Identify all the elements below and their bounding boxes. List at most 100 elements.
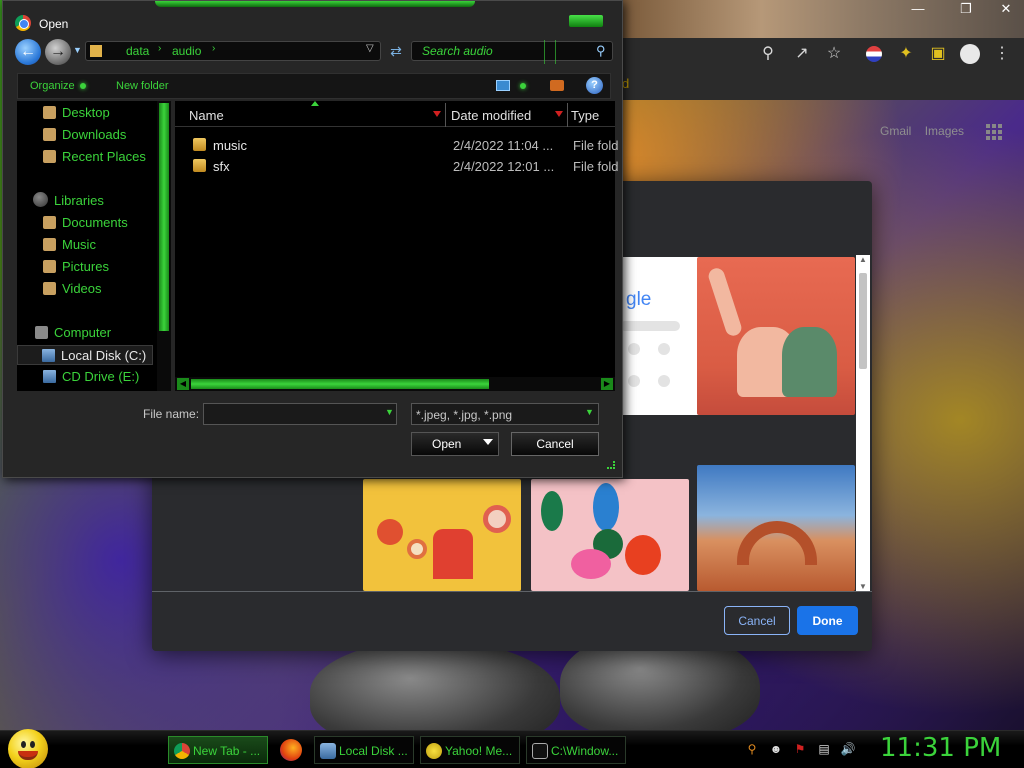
nav-pane-scrollbar[interactable] [157,101,171,391]
bookmark-star-icon[interactable]: ☆ [822,42,846,66]
recent-locations-icon[interactable]: ▼ [73,45,82,55]
search-icon[interactable]: ⚲ [744,741,760,757]
search-box[interactable]: ⚲ [411,40,613,64]
scroll-up-icon[interactable]: ▲ [856,255,870,264]
clock[interactable]: 11:31 PM [880,733,1001,763]
background-tile-flowers[interactable] [363,479,521,591]
search-icon[interactable]: ⚲ [596,43,606,59]
account-avatar-icon[interactable] [958,42,982,66]
task-new-tab[interactable]: New Tab - ... [168,736,268,764]
column-header-date[interactable]: Date modified [451,108,531,123]
back-button[interactable]: ← [15,39,41,65]
nav-item-videos[interactable]: Videos [43,279,102,299]
breadcrumb-chevron-icon[interactable]: › [212,43,215,54]
forward-button[interactable]: → [45,39,71,65]
organize-dropdown-icon[interactable] [80,83,86,89]
close-icon[interactable]: ✕ [992,2,1020,18]
restore-icon[interactable]: ❐ [952,2,980,18]
extensions-puzzle-icon[interactable]: ✦ [894,42,918,66]
preview-pane-icon[interactable] [550,80,564,91]
google-header-links: Gmail Images [880,124,974,138]
file-type-select[interactable]: *.jpeg, *.jpg, *.png [411,403,599,425]
dialog-title: Open [39,17,69,31]
videos-icon [43,282,56,295]
chrome-icon [174,743,190,759]
gallery-scrollbar[interactable]: ▲ ▼ [856,255,870,591]
help-icon[interactable]: ? [586,77,603,94]
column-header-name[interactable]: Name [189,108,224,123]
column-filter-icon[interactable] [555,111,563,117]
refresh-icon[interactable]: ⇄ [385,41,407,61]
menu-kebab-icon[interactable]: ⋮ [990,42,1014,66]
nav-item-documents[interactable]: Documents [43,213,128,233]
nav-item-pictures[interactable]: Pictures [43,257,109,277]
messenger-tray-icon[interactable]: ☻ [768,741,784,757]
column-header-type[interactable]: Type [571,108,599,123]
desktop-icon [43,106,56,119]
search-divider [544,40,556,64]
scroll-down-icon[interactable]: ▼ [856,582,870,591]
bookmark-item[interactable]: d [622,76,629,91]
gmail-link[interactable]: Gmail [880,124,911,138]
file-name-input[interactable] [203,403,397,425]
nav-item-desktop[interactable]: Desktop [43,103,110,123]
customize-cancel-button[interactable]: Cancel [724,606,790,635]
chevron-down-icon[interactable]: ▼ [585,407,594,417]
task-yahoo-messenger[interactable]: Yahoo! Me... [420,736,520,764]
background-tile-plants[interactable] [531,479,689,591]
file-row-sfx[interactable]: sfx 2/4/2022 12:01 ... File fold [175,156,619,177]
images-link[interactable]: Images [925,124,964,138]
nav-item-computer[interactable]: Computer [35,323,111,343]
column-divider[interactable] [567,103,568,127]
scrollbar-thumb[interactable] [159,103,169,331]
dialog-close-button[interactable] [569,15,603,27]
scrollbar-thumb[interactable] [191,379,489,389]
customize-done-button[interactable]: Done [797,606,858,635]
zoom-icon[interactable]: ⚲ [756,42,780,66]
view-dropdown-icon[interactable] [520,83,526,89]
nav-item-cd-drive[interactable]: CD Drive (E:) [43,367,139,387]
background-tile-sunset[interactable] [697,257,855,415]
column-divider[interactable] [445,103,446,127]
firefox-icon[interactable] [280,739,302,761]
breadcrumb-audio[interactable]: audio [172,44,201,58]
nav-item-recent-places[interactable]: Recent Places [43,147,146,167]
titlebar-accent [155,1,475,7]
task-command-prompt[interactable]: C:\Window... [526,736,626,764]
nav-item-music[interactable]: Music [43,235,96,255]
nav-item-local-disk[interactable]: Local Disk (C:) [17,345,153,365]
chevron-down-icon[interactable]: ▽ [366,43,374,54]
open-options-chevron-icon[interactable] [483,439,493,445]
column-filter-icon[interactable] [433,111,441,117]
scrollbar-thumb[interactable] [859,273,867,369]
profile-flag-icon[interactable] [862,42,886,66]
bookmarks-bar: d [620,70,1024,100]
resize-grip-icon[interactable] [607,461,615,469]
volume-icon[interactable]: 🔊 [840,741,856,757]
background-tile-arch[interactable] [697,465,855,591]
new-folder-button[interactable]: New folder [116,80,169,92]
cancel-button[interactable]: Cancel [511,432,599,456]
downloads-icon [43,128,56,141]
task-local-disk[interactable]: Local Disk ... [314,736,414,764]
scroll-left-icon[interactable]: ◀ [177,378,189,390]
browser-toolbar: ⚲ ↗ ☆ ✦ ▣ ⋮ [620,38,1024,70]
scroll-right-icon[interactable]: ▶ [601,378,613,390]
organize-button[interactable]: Organize [30,80,75,92]
minimize-icon[interactable]: — [904,2,932,18]
start-button[interactable] [8,729,48,768]
share-icon[interactable]: ↗ [790,42,814,66]
breadcrumb-data[interactable]: data [126,44,149,58]
nav-item-libraries[interactable]: Libraries [33,191,104,211]
network-icon[interactable]: ▤ [816,741,832,757]
flag-icon[interactable]: ⚑ [792,741,808,757]
sidepanel-icon[interactable]: ▣ [926,42,950,66]
file-list-hscrollbar[interactable]: ◀ ▶ [175,377,615,391]
google-apps-icon[interactable] [986,124,1002,140]
change-view-icon[interactable] [496,80,510,91]
breadcrumb-chevron-icon[interactable]: › [158,43,161,54]
address-bar[interactable]: data › audio › ▽ [85,41,381,61]
file-row-music[interactable]: music 2/4/2022 11:04 ... File fold [175,135,619,156]
chevron-down-icon[interactable]: ▼ [385,407,394,417]
nav-item-downloads[interactable]: Downloads [43,125,126,145]
